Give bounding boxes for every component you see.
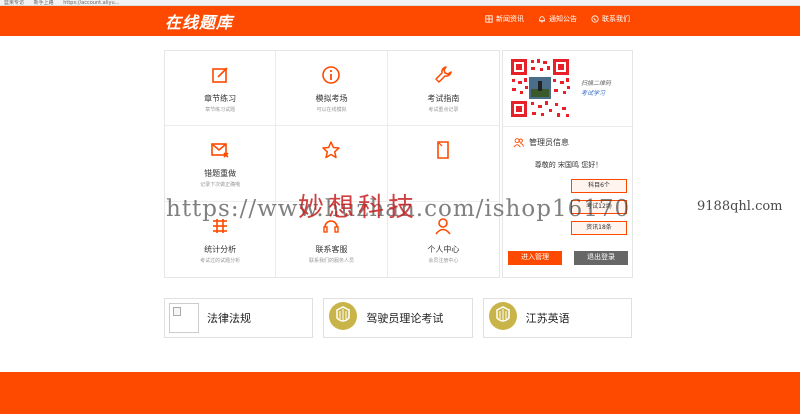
tile-records[interactable] xyxy=(387,126,499,202)
star-icon xyxy=(322,141,341,159)
function-grid: 章节练习 章节练习试题 模拟考场 可以在线模拟 考试指南 考试重点记录 错题重做… xyxy=(164,50,500,278)
mail-x-icon xyxy=(211,143,229,158)
admin-panel: 扫描二维码 考试学习 管理员信息 尊敬的 宋国鸣 您好！ 科目6个 考试12场 … xyxy=(502,50,634,278)
qr-caption-line2: 考试学习 xyxy=(581,90,606,97)
bell-icon xyxy=(539,16,545,23)
emblem-icon xyxy=(328,301,358,335)
users-icon xyxy=(513,138,524,148)
admin-info-heading: 管理员信息 xyxy=(513,137,569,148)
category-jiangsu-english[interactable]: 江苏英语 xyxy=(482,298,632,338)
qr-code-image xyxy=(509,57,571,119)
tile-subtitle: 记录下次做正确哦 xyxy=(200,182,241,189)
tile-subtitle: 会员注册中心 xyxy=(428,257,459,264)
logout-button[interactable]: 退出登录 xyxy=(574,251,628,265)
tile-title: 章节练习 xyxy=(204,94,237,103)
stat-exams[interactable]: 考试12场 xyxy=(571,200,627,214)
category-label: 驾驶员理论考试 xyxy=(366,312,444,325)
divider xyxy=(503,126,634,127)
tile-subtitle: 章节练习试题 xyxy=(205,107,236,113)
info-icon xyxy=(322,66,341,84)
tile-subtitle: 考试重点记录 xyxy=(428,107,459,113)
tile-chapter-practice[interactable]: 章节练习 章节练习试题 xyxy=(165,51,277,127)
nav-news[interactable]: 新闻资讯 xyxy=(485,14,524,24)
category-law[interactable]: 法律法规 xyxy=(164,298,314,338)
broken-image-icon xyxy=(169,303,199,333)
tile-title: 统计分析 xyxy=(204,244,237,254)
watermark-side-domain: 9188qhl.com xyxy=(697,199,783,214)
phone-icon xyxy=(591,15,599,23)
admin-info-title: 管理员信息 xyxy=(529,138,569,147)
admin-greeting: 尊敬的 宋国鸣 您好！ xyxy=(534,161,603,169)
stat-news[interactable]: 资讯18条 xyxy=(571,221,627,235)
site-footer xyxy=(0,372,800,414)
qr-code[interactable] xyxy=(509,57,571,119)
service-icon xyxy=(323,219,340,233)
stat-subjects[interactable]: 科目6个 xyxy=(571,179,627,193)
nav-notice[interactable]: 通知公告 xyxy=(538,14,577,24)
category-label: 江苏英语 xyxy=(525,312,570,325)
tile-statistics[interactable]: 统计分析 考试过的试题分析 xyxy=(165,201,277,277)
grid-icon xyxy=(485,15,493,23)
wrench-icon xyxy=(435,66,453,83)
tile-title: 模拟考场 xyxy=(315,94,348,103)
nav-contact-label: 联系我们 xyxy=(602,15,630,23)
nav-news-label: 新闻资讯 xyxy=(496,15,524,23)
site-header: 在线题库 新闻资讯 通知公告 联系我们 xyxy=(0,6,800,36)
category-list: 法律法规 驾驶员理论考试 江苏英语 xyxy=(164,298,632,338)
nav-notice-label: 通知公告 xyxy=(549,15,577,23)
enter-admin-button[interactable]: 进入管理 xyxy=(508,251,562,265)
user-icon xyxy=(435,217,451,235)
tile-favorites[interactable] xyxy=(276,126,388,202)
tile-wrong-questions[interactable]: 错题重做 记录下次做正确哦 xyxy=(165,126,277,202)
tile-title: 个人中心 xyxy=(427,244,460,254)
tile-personal-center[interactable]: 个人中心 会员注册中心 xyxy=(388,202,499,277)
tile-subtitle: 考试过的试题分析 xyxy=(200,257,241,264)
tile-subtitle: 联系我们的服务人员 xyxy=(308,257,354,264)
tile-subtitle: 可以在线模拟 xyxy=(316,107,347,113)
tile-exam-guide[interactable]: 考试指南 考试重点记录 xyxy=(387,51,499,127)
emblem-icon xyxy=(488,301,518,335)
tile-customer-service[interactable]: 联系客服 联系我们的服务人员 xyxy=(276,201,388,277)
stats-icon xyxy=(213,218,228,233)
edit-icon xyxy=(212,67,228,83)
category-driver-theory[interactable]: 驾驶员理论考试 xyxy=(323,298,473,338)
tile-mock-exam[interactable]: 模拟考场 可以在线模拟 xyxy=(276,51,388,127)
tile-title: 错题重做 xyxy=(204,169,237,179)
tile-title: 考试指南 xyxy=(427,94,460,103)
category-label: 法律法规 xyxy=(207,312,251,325)
site-logo[interactable]: 在线题库 xyxy=(165,9,233,33)
tile-title: 联系客服 xyxy=(315,244,348,254)
nav-contact[interactable]: 联系我们 xyxy=(591,14,630,24)
qr-caption-line1: 扫描二维码 xyxy=(581,80,612,87)
top-nav: 新闻资讯 通知公告 联系我们 xyxy=(485,14,630,24)
document-icon xyxy=(437,141,450,160)
qr-caption: 扫描二维码 考试学习 xyxy=(581,79,611,99)
